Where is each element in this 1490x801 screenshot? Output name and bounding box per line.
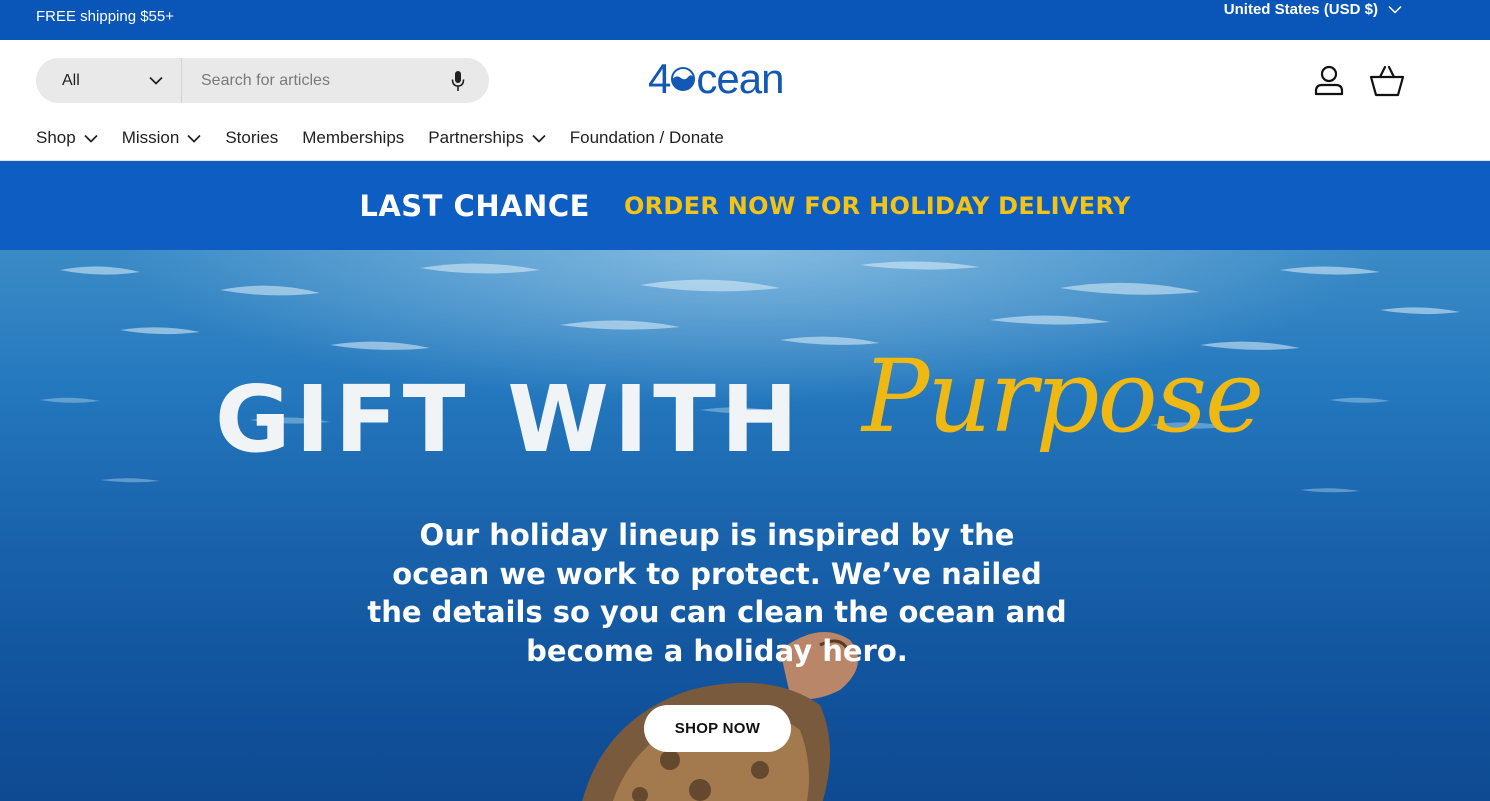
shop-now-button[interactable]: SHOP NOW — [644, 705, 791, 752]
nav-item-label: Shop — [36, 128, 76, 147]
voice-search-button[interactable] — [427, 58, 489, 103]
search-bar: All — [36, 58, 489, 103]
site-header: All 4 cean Shop — [0, 40, 1490, 161]
search-scope-select[interactable]: All — [36, 58, 181, 103]
nav-item-partnerships[interactable]: Partnerships — [428, 128, 546, 148]
nav-item-memberships[interactable]: Memberships — [302, 128, 404, 148]
nav-item-foundation-donate[interactable]: Foundation / Donate — [570, 128, 724, 148]
nav-item-label: Partnerships — [428, 128, 524, 147]
country-currency-label: United States (USD $) — [1223, 1, 1378, 18]
hero-banner: GIFT WITH Purpose Our holiday lineup is … — [0, 250, 1490, 801]
chevron-down-icon — [149, 76, 163, 85]
chevron-down-icon — [1388, 5, 1402, 14]
basket-icon[interactable] — [1369, 65, 1405, 97]
logo-prefix: 4 — [648, 55, 671, 102]
free-shipping-text: FREE shipping $55+ — [36, 8, 175, 25]
logo-suffix: cean — [696, 55, 784, 102]
promo-banner[interactable]: LAST CHANCE ORDER NOW FOR HOLIDAY DELIVE… — [0, 161, 1490, 250]
microphone-icon — [451, 70, 465, 91]
nav-item-label: Memberships — [302, 128, 405, 147]
nav-item-shop[interactable]: Shop — [36, 128, 98, 148]
nav-item-label: Stories — [225, 128, 279, 147]
nav-item-label: Mission — [121, 128, 180, 147]
site-logo[interactable]: 4 cean — [648, 55, 784, 102]
hero-headline-script: Purpose — [862, 338, 1264, 455]
hero-headline: GIFT WITH — [215, 366, 803, 473]
chevron-down-icon — [84, 134, 98, 143]
nav-item-stories[interactable]: Stories — [225, 128, 278, 148]
logo-wave-icon — [671, 67, 696, 91]
main-navigation: Shop Mission Stories Memberships Partner… — [36, 128, 748, 148]
user-icon[interactable] — [1313, 64, 1345, 96]
nav-item-label: Foundation / Donate — [569, 128, 724, 147]
search-input[interactable] — [182, 58, 427, 103]
hero-description: Our holiday lineup is inspired by the oc… — [367, 518, 1067, 668]
nav-item-mission[interactable]: Mission — [122, 128, 202, 148]
chevron-down-icon — [532, 134, 546, 143]
promo-label: LAST CHANCE — [359, 188, 590, 223]
search-scope-value: All — [62, 71, 80, 89]
promo-message: ORDER NOW FOR HOLIDAY DELIVERY — [623, 191, 1131, 220]
chevron-down-icon — [187, 134, 201, 143]
announcement-bar: FREE shipping $55+ United States (USD $) — [0, 0, 1490, 40]
country-currency-selector[interactable]: United States (USD $) — [1224, 1, 1402, 18]
